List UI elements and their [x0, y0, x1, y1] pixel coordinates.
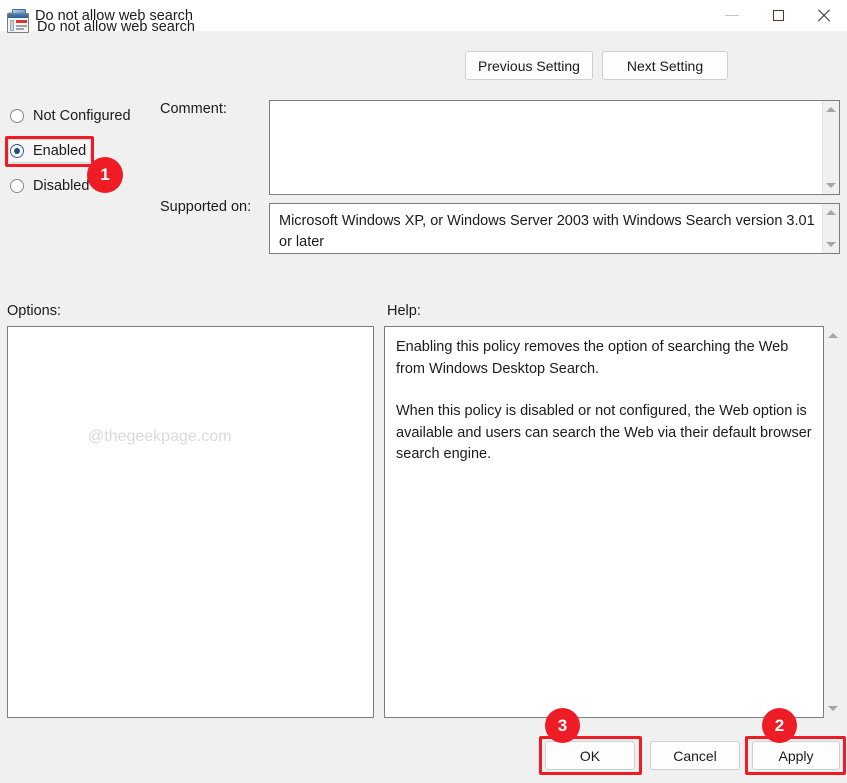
- help-panel[interactable]: Enabling this policy removes the option …: [384, 326, 824, 718]
- options-panel[interactable]: [7, 326, 374, 718]
- annotation-step-3: 3: [545, 708, 580, 743]
- radio-disabled-label: Disabled: [33, 178, 90, 194]
- watermark: @thegeekpage.com: [88, 428, 232, 445]
- cancel-button[interactable]: Cancel: [650, 741, 740, 770]
- comment-value: [270, 101, 839, 108]
- comment-textarea[interactable]: [269, 100, 840, 195]
- scroll-up-icon[interactable]: [826, 210, 836, 215]
- radio-enabled-mark: [10, 144, 24, 158]
- radio-not-configured-mark: [10, 109, 24, 123]
- close-icon: [817, 9, 831, 23]
- annotation-step-2: 2: [762, 708, 797, 743]
- comment-scrollbar[interactable]: [822, 101, 839, 194]
- comment-label: Comment:: [160, 101, 227, 117]
- scroll-down-icon[interactable]: [827, 706, 838, 711]
- minimize-icon: [725, 15, 739, 16]
- radio-not-configured-label: Not Configured: [33, 108, 131, 124]
- minimize-button[interactable]: [709, 0, 755, 31]
- help-scrollbar[interactable]: [824, 327, 841, 717]
- help-label: Help:: [387, 303, 421, 319]
- help-paragraph-2: When this policy is disabled or not conf…: [396, 403, 812, 462]
- scroll-down-icon[interactable]: [826, 183, 836, 188]
- radio-disabled-mark: [10, 179, 24, 193]
- maximize-icon: [772, 10, 784, 21]
- supported-on-value: Microsoft Windows XP, or Windows Server …: [279, 213, 815, 250]
- supported-on-textarea[interactable]: Microsoft Windows XP, or Windows Server …: [269, 203, 840, 254]
- next-setting-button[interactable]: Next Setting: [602, 51, 728, 80]
- options-value: [8, 327, 373, 334]
- annotation-step-1: 1: [87, 157, 123, 193]
- setting-title: Do not allow web search: [37, 19, 195, 35]
- close-button[interactable]: [801, 0, 847, 31]
- help-paragraph-1: Enabling this policy removes the option …: [396, 339, 789, 377]
- apply-button[interactable]: Apply: [752, 741, 840, 770]
- radio-enabled-label: Enabled: [33, 143, 87, 159]
- radio-disabled[interactable]: Disabled: [10, 175, 89, 197]
- scroll-down-icon[interactable]: [826, 242, 836, 247]
- radio-enabled[interactable]: Enabled: [10, 140, 86, 162]
- help-spacer: [396, 380, 812, 401]
- supported-on-label: Supported on:: [160, 199, 252, 215]
- setting-icon: [7, 13, 29, 33]
- options-label: Options:: [7, 303, 61, 319]
- maximize-button[interactable]: [755, 0, 801, 31]
- window-controls: [709, 0, 847, 31]
- ok-button[interactable]: OK: [545, 741, 635, 770]
- scroll-up-icon[interactable]: [827, 333, 838, 338]
- previous-setting-button[interactable]: Previous Setting: [465, 51, 593, 80]
- radio-not-configured[interactable]: Not Configured: [10, 105, 131, 127]
- supported-on-scrollbar[interactable]: [822, 204, 839, 253]
- scroll-up-icon[interactable]: [826, 107, 836, 112]
